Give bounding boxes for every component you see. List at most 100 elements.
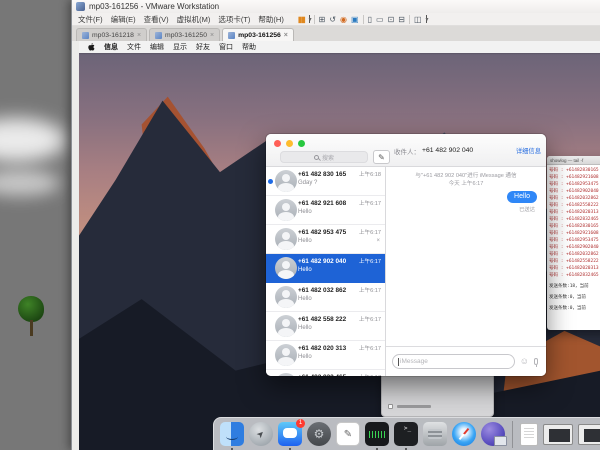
vmware-title-bar[interactable]: mp03-161256 - VMware Workstation bbox=[72, 0, 600, 13]
conversation-row[interactable]: +61 482 832 465 上午6:17 Hello bbox=[266, 370, 385, 376]
macos-menu-item[interactable]: 信息 bbox=[104, 42, 118, 52]
vm-tab-icon bbox=[82, 32, 89, 39]
vmware-window: mp03-161256 - VMware Workstation 文件(F) 编辑… bbox=[71, 0, 600, 450]
console-view-button[interactable]: ▭ bbox=[376, 14, 384, 25]
messages-window: 搜索 ✎ 收件人： +61 482 902 040 详细信息 bbox=[266, 134, 546, 376]
conversation-row[interactable]: +61 482 830 165 上午6:18 Gday ? bbox=[266, 167, 385, 196]
vmware-menu-item[interactable]: 文件(F) bbox=[78, 14, 103, 25]
launchpad-icon[interactable]: ➤ bbox=[249, 422, 273, 446]
pause-button[interactable]: ▮▮ bbox=[298, 14, 305, 25]
finder-icon[interactable] bbox=[220, 422, 244, 446]
log-line: 号码 : +61482830165 bbox=[549, 223, 600, 230]
conversation-preview: Hello bbox=[298, 238, 381, 244]
conversation-time: 上午6:17 bbox=[359, 344, 381, 352]
background-dialog[interactable] bbox=[381, 371, 494, 417]
tab-close-icon[interactable]: × bbox=[137, 32, 141, 39]
dock-separator[interactable] bbox=[512, 421, 513, 448]
conversation-number: +61 482 902 040 bbox=[298, 258, 346, 265]
messages-icon[interactable]: 1 bbox=[278, 422, 302, 446]
checkbox-label bbox=[397, 405, 431, 408]
message-input[interactable]: iMessage bbox=[392, 354, 515, 369]
details-button[interactable]: 详细信息 bbox=[516, 146, 541, 155]
avatar bbox=[275, 170, 297, 192]
tab-close-icon[interactable]: × bbox=[284, 32, 288, 39]
conversation-number: +61 482 953 475 bbox=[298, 229, 346, 236]
minimize-button[interactable] bbox=[286, 140, 293, 147]
safari-icon[interactable] bbox=[452, 422, 476, 446]
window-title: mp03-161256 - VMware Workstation bbox=[89, 2, 219, 11]
macos-menu-item[interactable]: 窗口 bbox=[219, 42, 233, 52]
recipient-value[interactable]: +61 482 902 040 bbox=[422, 147, 473, 154]
summary-line: 发送条数:18，当前 bbox=[549, 283, 600, 290]
macos-menu-item[interactable]: 文件 bbox=[127, 42, 141, 52]
compose-icon: ✎ bbox=[378, 153, 385, 162]
manage-snapshots-button[interactable]: ▣ bbox=[351, 14, 359, 25]
conversation-row[interactable]: +61 482 921 608 上午6:17 Hello bbox=[266, 196, 385, 225]
conversation-row[interactable]: +61 482 020 313 上午6:17 Hello bbox=[266, 341, 385, 370]
log-line: 号码 : +61482953475 bbox=[549, 181, 600, 188]
search-input[interactable]: 搜索 bbox=[280, 151, 368, 163]
macos-menu-item[interactable]: 编辑 bbox=[150, 42, 164, 52]
close-button[interactable] bbox=[274, 140, 281, 147]
toolbar-separator[interactable] bbox=[363, 15, 364, 24]
search-icon bbox=[314, 155, 319, 160]
minimized-window-icon[interactable] bbox=[543, 424, 573, 445]
log-line: 号码 : +61482953475 bbox=[549, 237, 600, 244]
delivery-status: 已送达 bbox=[386, 205, 546, 213]
vm-tab-mp03-161250[interactable]: mp03-161250 × bbox=[149, 28, 220, 41]
toolbar-separator[interactable] bbox=[314, 15, 315, 24]
fullscreen-button[interactable]: ⊡ bbox=[388, 14, 395, 25]
show-library-button[interactable]: ▯ bbox=[368, 14, 372, 25]
conversation-row[interactable]: +61 482 558 222 上午6:17 Hello bbox=[266, 312, 385, 341]
messages-toolbar[interactable]: 搜索 ✎ 收件人： +61 482 902 040 详细信息 bbox=[266, 134, 546, 167]
unread-dot bbox=[268, 179, 273, 184]
script-file-icon[interactable] bbox=[520, 423, 538, 446]
network-app-icon[interactable] bbox=[481, 422, 505, 446]
terminal-icon[interactable]: >_ bbox=[394, 422, 418, 446]
unity-mode-button[interactable]: ⊟ bbox=[398, 14, 405, 25]
vmware-menu-item[interactable]: 帮助(H) bbox=[258, 14, 283, 25]
pause-dropdown-caret[interactable]: ▾ bbox=[309, 15, 310, 23]
apple-menu-icon[interactable] bbox=[87, 43, 95, 52]
vm-tab-mp03-161218[interactable]: mp03-161218 × bbox=[76, 28, 147, 41]
conversation-row[interactable]: +61 482 902 040 上午6:17 Hello bbox=[266, 254, 385, 283]
vmware-menu-item[interactable]: 选项卡(T) bbox=[218, 14, 250, 25]
show-sidebar-button[interactable]: ◫ bbox=[414, 14, 422, 25]
summary-line: 发送条数:0，当前 bbox=[549, 294, 600, 301]
conversation-row[interactable]: +61 482 032 862 上午6:17 Hello bbox=[266, 283, 385, 312]
console-icon[interactable] bbox=[365, 422, 389, 446]
macos-menu-item[interactable]: 好友 bbox=[196, 42, 210, 52]
toolbar-separator[interactable] bbox=[409, 15, 410, 24]
vmware-menu-item[interactable]: 查看(V) bbox=[144, 14, 169, 25]
layout-dropdown-button[interactable]: ▾ bbox=[426, 15, 427, 23]
tab-close-icon[interactable]: × bbox=[210, 32, 214, 39]
macos-menu-item[interactable]: 显示 bbox=[173, 42, 187, 52]
terminal-title[interactable]: showlog — tail -f bbox=[547, 156, 600, 165]
close-conversation-icon[interactable]: × bbox=[376, 238, 380, 244]
revert-snapshot-button[interactable]: ↺ bbox=[329, 14, 336, 25]
terminal-log-window[interactable]: showlog — tail -f 号码 : +61482830165号码 : … bbox=[547, 156, 600, 330]
conversation-row[interactable]: +61 482 953 475 上午6:17 Hello × bbox=[266, 225, 385, 254]
send-ctrl-alt-del-button[interactable]: ⊞ bbox=[319, 14, 326, 25]
minimized-window-icon[interactable] bbox=[578, 424, 600, 445]
checkbox[interactable] bbox=[388, 404, 393, 409]
microphone-icon[interactable] bbox=[534, 358, 538, 365]
archive-utility-icon[interactable] bbox=[423, 422, 447, 446]
vm-tab-mp03-161256[interactable]: mp03-161256 × bbox=[222, 28, 294, 41]
conversation-time: 上午6:18 bbox=[359, 170, 381, 178]
log-line: 号码 : +61482032862 bbox=[549, 195, 600, 202]
outgoing-message-bubble[interactable]: Hello bbox=[507, 191, 537, 203]
conversation-preview: Hello bbox=[298, 354, 381, 360]
log-line: 号码 : +61482902040 bbox=[549, 188, 600, 195]
log-line: 号码 : +61482921608 bbox=[549, 230, 600, 237]
emoji-icon[interactable]: ☺ bbox=[520, 357, 529, 366]
summary-line: 发送条数:0，当前 bbox=[549, 305, 600, 312]
avatar bbox=[275, 315, 297, 337]
textedit-icon[interactable]: ✎ bbox=[336, 422, 360, 446]
zoom-button[interactable] bbox=[298, 140, 305, 147]
take-snapshot-button[interactable]: ◉ bbox=[340, 14, 347, 25]
vmware-menu-item[interactable]: 虚拟机(M) bbox=[177, 14, 211, 25]
system-preferences-icon[interactable]: ⚙ bbox=[307, 422, 331, 446]
vmware-menu-item[interactable]: 编辑(E) bbox=[111, 14, 136, 25]
macos-menu-item[interactable]: 帮助 bbox=[242, 42, 256, 52]
